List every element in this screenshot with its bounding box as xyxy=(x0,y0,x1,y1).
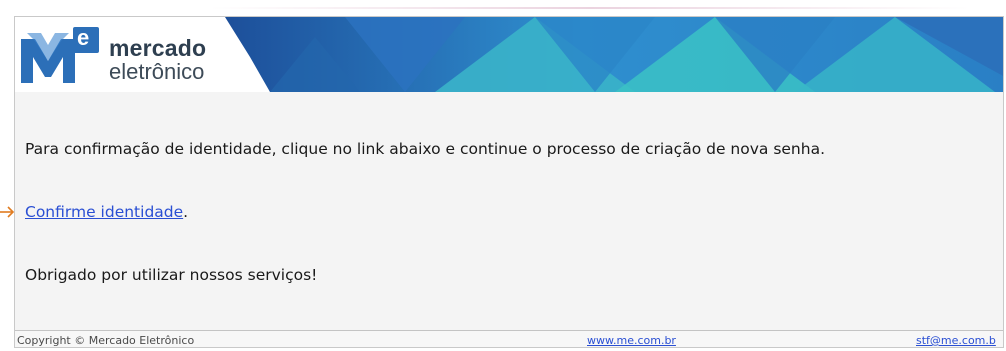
email-footer: Copyright © Mercado Eletrônico www.me.co… xyxy=(15,330,1003,347)
mercado-eletronico-logo: e mercado eletrônico xyxy=(21,25,251,87)
confirm-link-line: Confirme identidade. xyxy=(25,203,188,221)
footer-website-link[interactable]: www.me.com.br xyxy=(587,334,676,347)
email-container: e mercado eletrônico Para confirmação de… xyxy=(14,16,1004,348)
logo-wordmark: mercado eletrônico xyxy=(109,37,206,83)
pointer-arrow-icon xyxy=(0,206,15,218)
thank-you-message: Obrigado por utilizar nossos serviços! xyxy=(25,266,318,284)
link-suffix: . xyxy=(183,203,189,221)
logo-line-mercado: mercado xyxy=(109,35,207,61)
header-banner: e mercado eletrônico xyxy=(15,17,1003,92)
page: e mercado eletrônico Para confirmação de… xyxy=(0,0,1006,351)
footer-email-link[interactable]: stf@me.com.b xyxy=(916,334,996,347)
logo-e-letter: e xyxy=(77,25,90,50)
email-body: Para confirmação de identidade, clique n… xyxy=(15,92,1003,330)
confirm-identity-link[interactable]: Confirme identidade xyxy=(25,203,183,221)
footer-copyright: Copyright © Mercado Eletrônico xyxy=(17,334,195,347)
confirmation-instruction: Para confirmação de identidade, clique n… xyxy=(25,140,825,158)
logo-line-eletronico: eletrônico xyxy=(109,59,205,84)
top-accent-line xyxy=(210,7,970,9)
